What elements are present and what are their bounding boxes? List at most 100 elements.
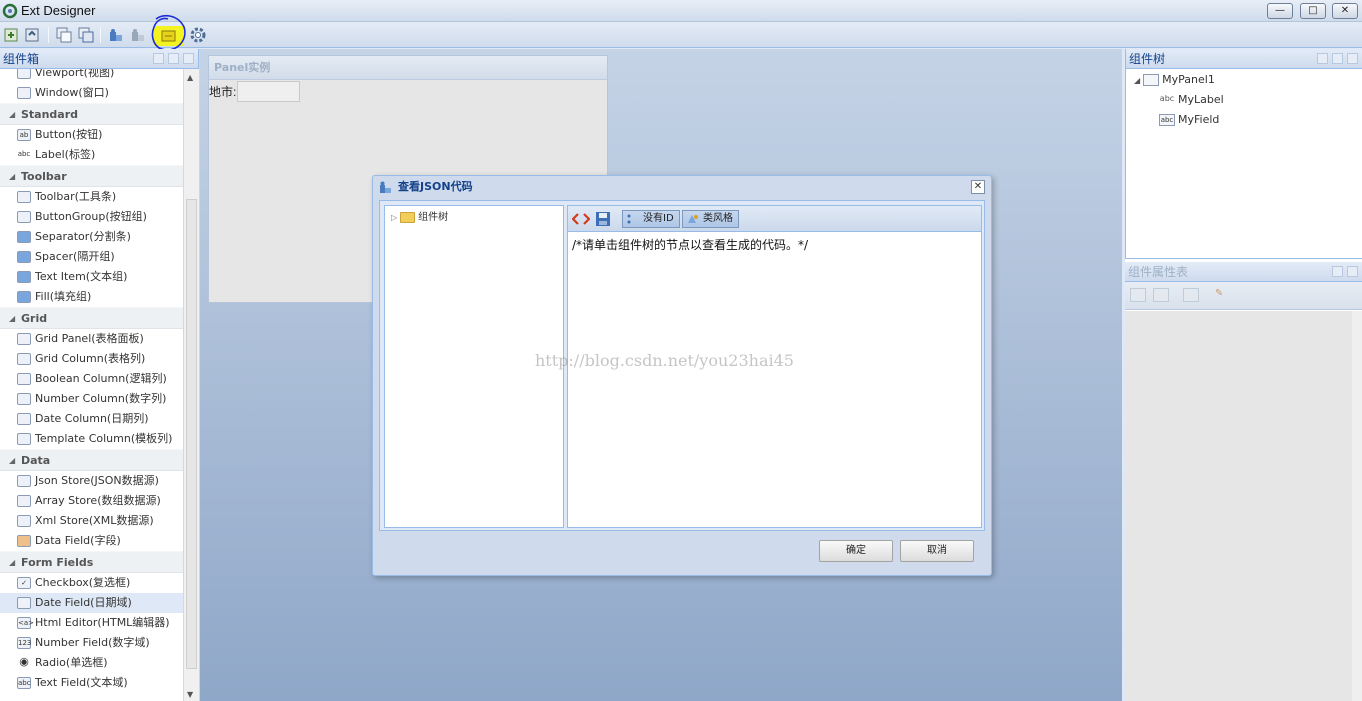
paste-icon[interactable]: [77, 26, 95, 44]
expand-arrow-icon: ◢: [1134, 76, 1141, 85]
group-header-standard[interactable]: ◢ Standard: [0, 103, 183, 125]
view-icon[interactable]: [1183, 288, 1199, 302]
list-item-label: Json Store(JSON数据源): [35, 474, 159, 487]
list-item-label: Boolean Column(逻辑列): [35, 372, 167, 385]
watermark: http://blog.csdn.net/you23hai45: [535, 351, 794, 370]
json-store-icon: [17, 475, 31, 487]
open-project-icon[interactable]: [24, 26, 42, 44]
puzzle-gray-icon[interactable]: [129, 26, 147, 44]
expand-arrow-icon[interactable]: ▷: [391, 213, 397, 222]
expand-icon[interactable]: [1317, 53, 1328, 64]
edit-icon[interactable]: ✎: [1215, 288, 1231, 302]
list-item[interactable]: Viewport(视图): [0, 69, 183, 83]
no-id-toggle-button[interactable]: 没有ID: [622, 210, 680, 228]
list-item[interactable]: Xml Store(XML数据源): [0, 511, 183, 531]
toolbox-scrollbar[interactable]: ▲ ▼: [183, 69, 199, 701]
list-item[interactable]: 123 Number Field(数字域): [0, 633, 183, 653]
list-item[interactable]: Template Column(模板列): [0, 429, 183, 449]
list-item-label: Toolbar(工具条): [35, 190, 117, 203]
checkbox-icon: ✓: [17, 577, 31, 589]
refresh-icon[interactable]: [1347, 53, 1358, 64]
no-id-label: 没有ID: [643, 213, 674, 224]
list-item[interactable]: <a> Html Editor(HTML编辑器): [0, 613, 183, 633]
scrollbar-thumb[interactable]: [186, 199, 197, 669]
list-item[interactable]: ButtonGroup(按钮组): [0, 207, 183, 227]
tree-node-label: MyField: [1178, 113, 1220, 126]
toolbar-separator: [100, 27, 101, 43]
minimize-button[interactable]: —: [1267, 3, 1293, 19]
toolbar-icon: [17, 191, 31, 203]
cancel-button[interactable]: 取消: [900, 540, 974, 562]
list-item[interactable]: Json Store(JSON数据源): [0, 471, 183, 491]
group-header-toolbar[interactable]: ◢ Toolbar: [0, 165, 183, 187]
ok-button[interactable]: 确定: [819, 540, 893, 562]
list-item[interactable]: Toolbar(工具条): [0, 187, 183, 207]
properties-title: 组件属性表: [1128, 265, 1189, 279]
dialog-close-icon[interactable]: ✕: [971, 180, 985, 194]
city-field-input[interactable]: [237, 81, 300, 102]
date-column-icon: [17, 413, 31, 425]
list-item-label: Window(窗口): [35, 86, 109, 99]
new-project-icon[interactable]: [3, 26, 21, 44]
label-icon: abc: [17, 150, 31, 158]
collapse-arrow-icon: ◢: [9, 172, 16, 181]
collapse-icon[interactable]: [1347, 266, 1358, 277]
scroll-down-icon[interactable]: ▼: [187, 690, 193, 699]
code-format-icon[interactable]: [572, 210, 590, 228]
list-item[interactable]: abc Label(标签): [0, 145, 183, 165]
list-item[interactable]: Window(窗口): [0, 83, 183, 103]
expand-icon[interactable]: [1332, 266, 1343, 277]
list-item[interactable]: ✓ Checkbox(复选框): [0, 573, 183, 593]
collapse-panel-icon[interactable]: [183, 53, 194, 64]
save-icon[interactable]: [595, 210, 611, 228]
tree-node-root[interactable]: ▷ 组件树: [391, 210, 448, 226]
list-item[interactable]: ab Button(按钮): [0, 125, 183, 145]
list-item-selected[interactable]: Date Field(日期域): [0, 593, 183, 613]
tree-node-mylabel[interactable]: abc MyLabel: [1159, 91, 1224, 109]
right-panel: 组件树 ◢ MyPanel1 abc MyLabel abc MyField 组件属性…: [1125, 49, 1362, 701]
group-header-data[interactable]: ◢ Data: [0, 449, 183, 471]
list-item[interactable]: Date Column(日期列): [0, 409, 183, 429]
list-item[interactable]: ◉ Radio(单选框): [0, 653, 183, 673]
sort-az-icon[interactable]: [1153, 288, 1169, 302]
buttongroup-icon: [17, 211, 31, 223]
list-item[interactable]: Data Field(字段): [0, 531, 183, 551]
code-text[interactable]: /*请单击组件树的节点以查看生成的代码。*/: [568, 233, 981, 527]
list-item-label: Number Column(数字列): [35, 392, 167, 405]
component-toolbox-panel: 组件箱 Viewport(视图) Window(窗口) ◢ Standard ab…: [0, 49, 199, 701]
collapse-icon[interactable]: [1332, 53, 1343, 64]
categorized-icon[interactable]: [1130, 288, 1146, 302]
list-item[interactable]: abc Text Field(文本域): [0, 673, 183, 693]
list-item[interactable]: Spacer(隔开组): [0, 247, 183, 267]
expand-all-icon[interactable]: [153, 53, 164, 64]
group-header-form-fields[interactable]: ◢ Form Fields: [0, 551, 183, 573]
date-field-icon: [17, 597, 31, 609]
list-item[interactable]: Array Store(数组数据源): [0, 491, 183, 511]
tree-node-myfield[interactable]: abc MyField: [1159, 111, 1219, 129]
collapse-all-icon[interactable]: [168, 53, 179, 64]
tree-node-mypanel1[interactable]: ◢ MyPanel1: [1134, 71, 1215, 89]
properties-scrollbar[interactable]: [1352, 311, 1362, 701]
group-header-grid[interactable]: ◢ Grid: [0, 307, 183, 329]
list-item[interactable]: Boolean Column(逻辑列): [0, 369, 183, 389]
properties-header-tools: [1332, 266, 1358, 277]
copy-icon[interactable]: [55, 26, 73, 44]
template-column-icon: [17, 433, 31, 445]
list-item-label: Label(标签): [35, 148, 96, 161]
group-name: Grid: [21, 312, 48, 325]
puzzle-icon: [380, 181, 391, 193]
list-item[interactable]: Text Item(文本组): [0, 267, 183, 287]
class-style-toggle-button[interactable]: 类风格: [682, 210, 739, 228]
list-item[interactable]: Fill(填充组): [0, 287, 183, 307]
scroll-up-icon[interactable]: ▲: [187, 73, 193, 82]
list-item[interactable]: Number Column(数字列): [0, 389, 183, 409]
xml-store-icon: [17, 515, 31, 527]
close-window-button[interactable]: ✕: [1332, 3, 1358, 19]
toolbox-title: 组件箱: [3, 52, 40, 66]
list-item[interactable]: Grid Column(表格列): [0, 349, 183, 369]
list-item[interactable]: Grid Panel(表格面板): [0, 329, 183, 349]
maximize-button[interactable]: □: [1300, 3, 1326, 19]
list-item[interactable]: Separator(分割条): [0, 227, 183, 247]
settings-gear-icon[interactable]: [189, 26, 207, 44]
puzzle-icon[interactable]: [107, 26, 125, 44]
